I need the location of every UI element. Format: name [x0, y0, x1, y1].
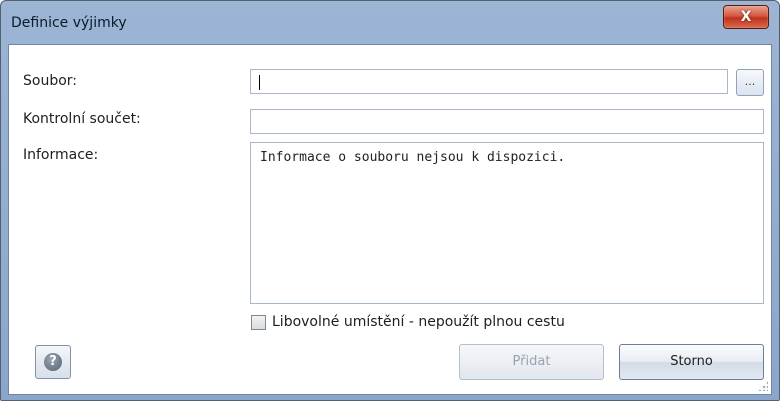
dialog-window: Definice výjimky X Soubor: ... Kontrolní… [0, 0, 780, 401]
dialog-content: Soubor: ... Kontrolní součet: Informace:… [8, 44, 772, 395]
close-button[interactable]: X [723, 5, 769, 29]
window-title: Definice výjimky [11, 15, 127, 31]
checksum-input[interactable] [250, 109, 764, 134]
file-path-input[interactable] [250, 69, 728, 94]
file-label: Soubor: [23, 73, 78, 89]
cancel-button[interactable]: Storno [619, 344, 764, 380]
help-button[interactable]: ? [35, 345, 71, 379]
text-caret [259, 75, 260, 90]
title-bar[interactable]: Definice výjimky X [1, 1, 779, 45]
close-icon: X [740, 9, 752, 25]
any-location-label[interactable]: Libovolné umístění - nepoužít plnou cest… [272, 314, 565, 330]
checksum-label: Kontrolní součet: [23, 111, 141, 127]
info-label: Informace: [23, 147, 99, 163]
info-textarea[interactable]: Informace o souboru nejsou k dispozici. [250, 142, 764, 304]
add-button[interactable]: Přidat [459, 344, 604, 380]
browse-button[interactable]: ... [736, 69, 764, 96]
info-text: Informace o souboru nejsou k dispozici. [260, 150, 566, 165]
resize-grip-icon[interactable] [758, 381, 768, 391]
help-icon: ? [44, 353, 62, 371]
ellipsis-icon: ... [744, 75, 756, 88]
any-location-checkbox[interactable] [251, 315, 266, 330]
